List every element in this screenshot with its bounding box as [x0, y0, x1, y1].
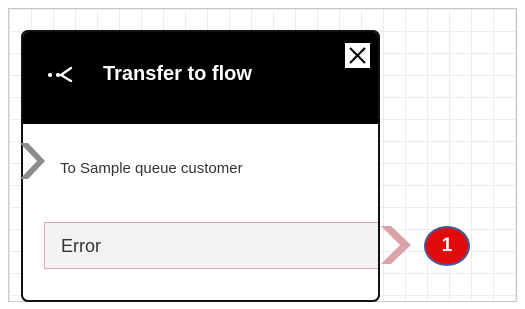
block-title: Transfer to flow — [103, 63, 252, 85]
error-branch[interactable]: Error — [44, 222, 378, 269]
block-header: Transfer to flow — [23, 32, 378, 124]
error-output-connector-icon[interactable] — [378, 224, 414, 266]
transfer-to-flow-icon — [48, 66, 73, 82]
input-connector-icon[interactable] — [17, 141, 47, 181]
close-button[interactable] — [343, 41, 372, 70]
callout-badge: 1 — [424, 226, 470, 266]
close-icon — [349, 47, 366, 64]
block-description: To Sample queue customer — [60, 160, 243, 177]
error-branch-label: Error — [61, 236, 101, 256]
transfer-to-flow-block[interactable]: Transfer to flow To Sample queue custome… — [21, 30, 380, 302]
